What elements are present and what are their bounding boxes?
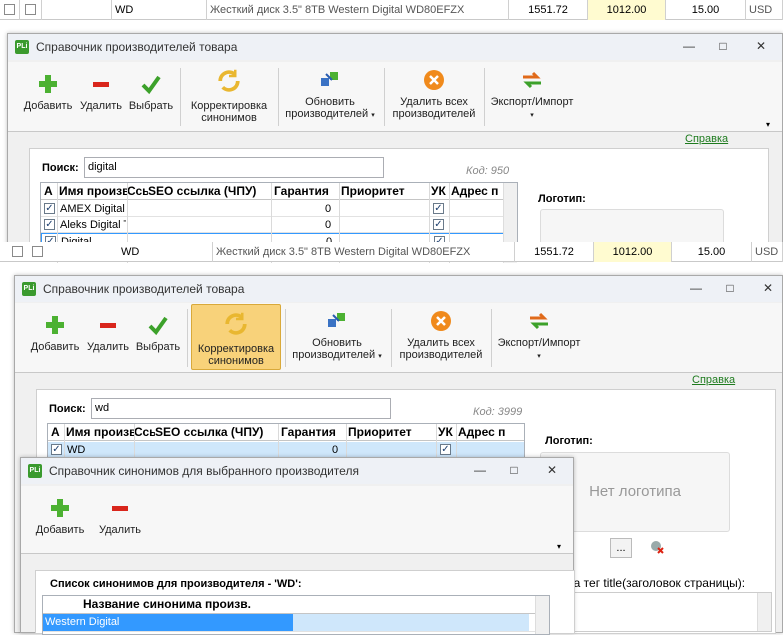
minimize-icon[interactable]: — [685, 280, 707, 296]
table-row[interactable]: ✓ Aleks Digital T 0 ✓ [41, 217, 517, 233]
manufacturers-grid: A Имя произв Ссы SEO ссылка (ЧПУ) Гарант… [47, 423, 525, 462]
add-button[interactable]: Добавить [29, 313, 81, 353]
product-row-second[interactable]: WD Жесткий диск 3.5" 8TB Western Digital… [0, 242, 783, 262]
help-link[interactable]: Справка [685, 133, 728, 145]
titlebar: PLi Справочник синонимов для выбранного … [21, 458, 573, 484]
minus-icon [100, 323, 116, 328]
export-import-button[interactable]: Экспорт/Импорт ▾ [486, 68, 578, 122]
refresh-arrows-icon [218, 69, 240, 92]
close-icon[interactable]: ✕ [757, 280, 779, 296]
code-label: Код: 3999 [473, 406, 523, 418]
add-synonym-button[interactable]: Добавить [33, 496, 87, 536]
table-row-selected[interactable]: Western Digital [43, 614, 549, 632]
product-name-cell: Жесткий диск 3.5" 8TB Western Digital WD… [207, 0, 509, 20]
product-name-cell: Жесткий диск 3.5" 8TB Western Digital WD… [213, 242, 515, 262]
delete-button[interactable]: Удалить [78, 72, 124, 112]
close-icon[interactable]: ✕ [541, 462, 563, 478]
export-import-button[interactable]: Экспорт/Импорт ▾ [493, 309, 585, 363]
brand-cell: WD [118, 242, 213, 262]
currency-cell: USD [746, 0, 783, 20]
price2-cell: 1012.00 [594, 242, 672, 262]
synonyms-button-active[interactable]: Корректировка синонимов [191, 304, 281, 370]
table-row-selected[interactable]: ✓ WD 0 ✓ [48, 442, 524, 458]
update-icon [321, 72, 338, 86]
titlebar: PLi Справочник производителей товара — □… [15, 276, 782, 302]
delete-button[interactable]: Удалить [85, 313, 131, 353]
title-tag-textarea[interactable] [567, 592, 772, 632]
export-import-icon [530, 312, 548, 330]
logo-label: Логотип: [545, 435, 593, 447]
toolbar: Добавить Удалить ▾ [21, 486, 573, 554]
export-import-icon [523, 71, 541, 89]
app-logo-icon: PLi [15, 40, 29, 54]
search-input[interactable]: digital [84, 157, 384, 178]
search-input[interactable]: wd [91, 398, 391, 419]
plus-icon [39, 75, 57, 93]
synonyms-grid: Название синонима произв. Western Digita… [42, 595, 550, 635]
table-row[interactable]: ✓ AMEX Digital 0 ✓ [41, 201, 517, 217]
toolbar: Добавить Удалить Выбрать Корректировка си… [15, 303, 782, 373]
checkmark-icon [141, 75, 161, 95]
maximize-icon[interactable]: □ [712, 38, 734, 54]
minus-icon [93, 82, 109, 87]
add-button[interactable]: Добавить [22, 72, 74, 112]
toolbar: Добавить Удалить Выбрать Корректировка си… [8, 62, 782, 132]
delete-logo-icon[interactable] [650, 540, 664, 554]
grid-header: Название синонима произв. [43, 596, 549, 614]
ribbon-expand-icon[interactable]: ▾ [557, 542, 561, 551]
title-tag-label: ра тег title(заголовок страницы): [567, 576, 746, 590]
grid-scrollbar[interactable] [535, 596, 549, 634]
select-button[interactable]: Выбрать [133, 313, 183, 353]
synonyms-window: PLi Справочник синонимов для выбранного … [20, 457, 575, 635]
qty-cell: 15.00 [672, 242, 752, 262]
grid-header: A Имя произв Ссы SEO ссылка (ЧПУ) Гарант… [41, 183, 517, 200]
window-title: Справочник производителей товара [36, 40, 238, 54]
synonyms-button[interactable]: Корректировка синонимов [184, 66, 274, 124]
browse-button[interactable]: ... [610, 538, 632, 558]
titlebar: PLi Справочник производителей товара — □… [8, 34, 782, 60]
app-logo-icon: PLi [22, 282, 36, 296]
delete-all-button[interactable]: Удалить всех производителей [386, 68, 482, 120]
qty-cell: 15.00 [666, 0, 746, 20]
logo-label: Логотип: [538, 193, 586, 205]
row-checkbox-2[interactable] [32, 246, 43, 257]
minimize-icon[interactable]: — [678, 38, 700, 54]
plus-icon [51, 499, 69, 517]
ribbon-expand-icon[interactable]: ▾ [766, 120, 770, 129]
price-cell: 1551.72 [509, 0, 588, 20]
checkmark-icon [148, 316, 168, 336]
app-logo-icon: PLi [28, 464, 42, 478]
synonyms-panel: Список синонимов для производителя - 'WD… [35, 570, 575, 635]
window-title: Справочник производителей товара [43, 282, 245, 296]
product-row-top[interactable]: WD Жесткий диск 3.5" 8TB Western Digital… [0, 0, 783, 20]
delete-synonym-button[interactable]: Удалить [95, 496, 145, 536]
price2-cell: 1012.00 [588, 0, 666, 20]
price-cell: 1551.72 [515, 242, 594, 262]
close-icon[interactable]: ✕ [750, 38, 772, 54]
manufacturers-window-1: PLi Справочник производителей товара — □… [7, 33, 783, 263]
refresh-arrows-icon [225, 312, 247, 335]
search-label: Поиск: [42, 162, 79, 174]
refresh-manufacturers-button[interactable]: Обновить производителей ▾ [280, 68, 380, 122]
brand-cell: WD [112, 0, 207, 20]
plus-icon [46, 316, 64, 334]
synonyms-list-label: Список синонимов для производителя - 'WD… [50, 578, 302, 590]
maximize-icon[interactable]: □ [719, 280, 741, 296]
delete-all-button[interactable]: Удалить всех производителей [393, 309, 489, 361]
refresh-manufacturers-button[interactable]: Обновить производителей ▾ [287, 309, 387, 363]
row-checkbox[interactable] [12, 246, 23, 257]
grid-header: A Имя произв Ссы SEO ссылка (ЧПУ) Гарант… [48, 424, 524, 441]
delete-circle-icon [431, 311, 451, 331]
search-label: Поиск: [49, 403, 86, 415]
window-title: Справочник синонимов для выбранного прои… [49, 464, 359, 478]
currency-cell: USD [752, 242, 783, 262]
minimize-icon[interactable]: — [469, 462, 491, 478]
delete-circle-icon [424, 70, 444, 90]
minus-icon [112, 506, 128, 511]
update-icon [328, 313, 345, 327]
help-link[interactable]: Справка [692, 374, 735, 386]
select-button[interactable]: Выбрать [126, 72, 176, 112]
code-label: Код: 950 [466, 165, 510, 177]
maximize-icon[interactable]: □ [503, 462, 525, 478]
